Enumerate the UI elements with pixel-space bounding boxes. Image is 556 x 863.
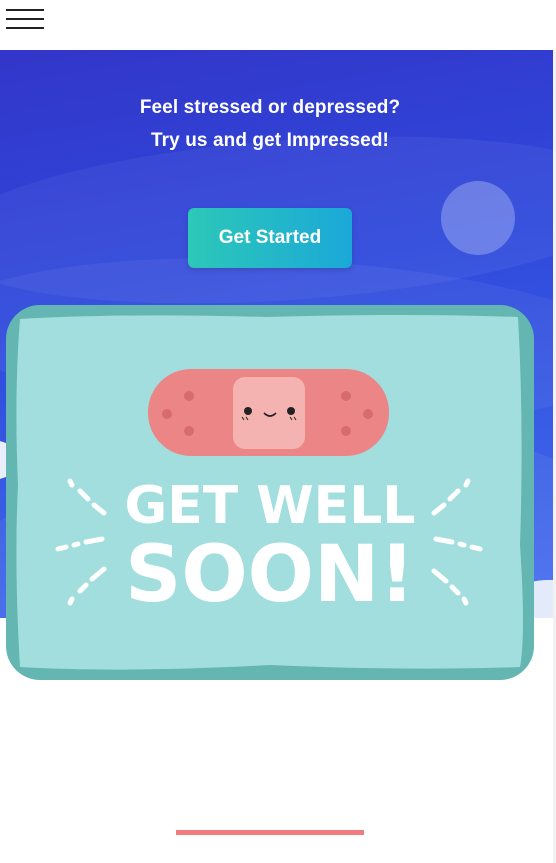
bandage-character-icon (148, 369, 389, 456)
get-started-button[interactable]: Get Started (188, 208, 352, 268)
get-well-soon-card: GET WELL SOON! (6, 305, 534, 680)
hero-tagline-line2: Try us and get Impressed! (151, 130, 389, 151)
accent-bar (176, 830, 364, 835)
hero-tagline-line1: Feel stressed or depressed? (139, 97, 401, 118)
card-title-line2: SOON! (125, 530, 415, 620)
card-title-line1: GET WELL (125, 476, 416, 536)
decorative-bubble (441, 181, 515, 255)
get-well-soon-illustration: GET WELL SOON! (6, 305, 534, 680)
hamburger-menu-icon[interactable] (6, 9, 44, 31)
top-bar (0, 0, 556, 50)
